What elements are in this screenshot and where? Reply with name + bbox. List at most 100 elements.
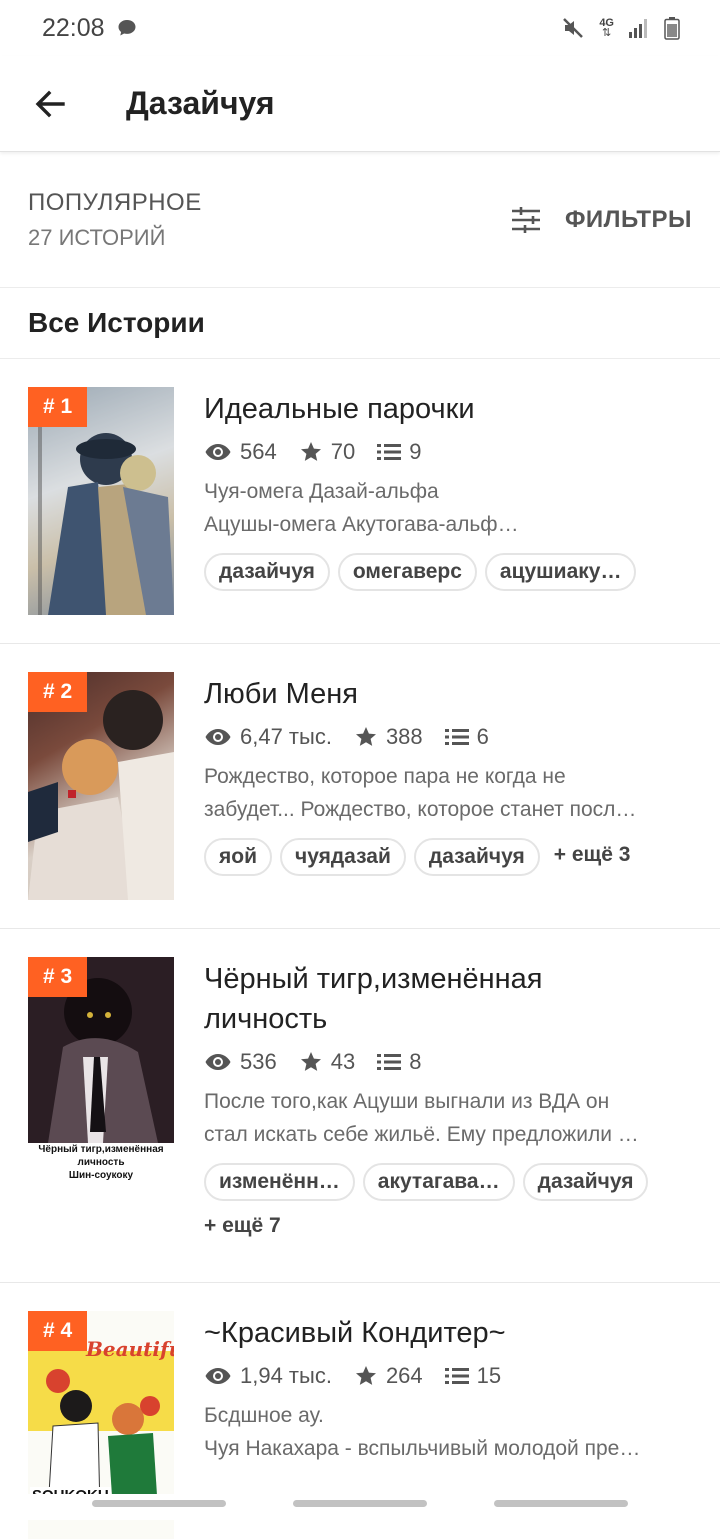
story-description: После того,как Ацуши выгнали из ВДА он — [204, 1090, 610, 1113]
eye-icon — [205, 1368, 231, 1384]
system-nav-bar — [0, 1494, 720, 1520]
page-title: Дазайчуя — [126, 85, 275, 121]
home-button[interactable] — [293, 1500, 427, 1507]
parts-stat: 15 — [444, 1363, 502, 1389]
star-icon — [355, 1366, 376, 1385]
status-right: 4G ⇅ — [561, 16, 680, 40]
list-icon — [377, 444, 402, 460]
parts-count: 9 — [409, 439, 422, 464]
story-title[interactable]: Идеальные парочки — [204, 389, 692, 429]
recent-apps-button[interactable] — [92, 1500, 226, 1507]
tag-chip[interactable]: ацушиаку… — [484, 553, 637, 591]
story-description: Бсдшное ау. — [204, 1404, 324, 1427]
views-count: 564 — [240, 439, 277, 464]
data-arrows-icon: ⇅ — [602, 27, 612, 39]
tag-list-more: + ещё 7 — [204, 1209, 692, 1243]
message-notification-icon — [118, 20, 136, 36]
story-description: Рождество, которое пара не когда не — [204, 765, 566, 788]
story-count: 27 ИСТОРИЙ — [28, 224, 166, 250]
sort-label: ПОПУЛЯРНОЕ — [28, 188, 202, 216]
story-title[interactable]: Чёрный тигр,изменённая личность — [204, 959, 692, 1039]
star-icon — [355, 727, 376, 746]
story-card[interactable]: # 1 Идеальные парочки 564 70 9 Чуя-омега… — [0, 359, 720, 644]
cover-caption-line: Чёрный тигр,изменённая — [38, 1144, 164, 1155]
stars-stat: 388 — [354, 724, 423, 750]
story-stats: 6,47 тыс. 388 6 — [204, 720, 692, 754]
stars-stat: 70 — [299, 439, 355, 465]
cover-caption-line: Шин-соукоку — [68, 1170, 134, 1181]
story-cover[interactable]: # 1 — [28, 387, 174, 615]
list-icon — [444, 1368, 469, 1384]
story-stats: 564 70 9 — [204, 435, 692, 469]
views-stat: 1,94 тыс. — [204, 1363, 332, 1389]
tag-chip[interactable]: яой — [204, 838, 272, 876]
stars-stat: 43 — [299, 1049, 355, 1075]
sort-row: ПОПУЛЯРНОЕ 27 ИСТОРИЙ ФИЛЬТРЫ — [0, 152, 720, 288]
tag-chip[interactable]: изменённ… — [204, 1163, 355, 1201]
more-tags-link[interactable]: + ещё 3 — [548, 838, 637, 876]
story-title[interactable]: Люби Меня — [204, 674, 692, 714]
signal-icon — [629, 19, 647, 38]
story-card[interactable]: # 3 Чёрный тигр,изменённая личность Шин-… — [0, 929, 720, 1283]
parts-count: 8 — [409, 1049, 422, 1074]
tag-list: дазайчуя омегаверс ацушиаку… — [204, 553, 692, 591]
story-info: Идеальные парочки 564 70 9 Чуя-омега Даз… — [204, 387, 692, 643]
tag-chip[interactable]: акутагава… — [362, 1163, 515, 1201]
sort-selector[interactable]: ПОПУЛЯРНОЕ 27 ИСТОРИЙ — [28, 189, 202, 251]
eye-icon — [205, 444, 231, 460]
filters-label: ФИЛЬТРЫ — [564, 205, 692, 233]
back-nav-button[interactable] — [494, 1500, 628, 1507]
cover-caption: Чёрный тигр,изменённая личность Шин-соук… — [28, 1143, 174, 1182]
story-info: Чёрный тигр,изменённая личность 536 43 8… — [204, 957, 692, 1282]
views-stat: 536 — [204, 1049, 277, 1075]
views-count: 6,47 тыс. — [240, 724, 332, 749]
parts-stat: 6 — [444, 724, 489, 750]
stars-count: 388 — [385, 724, 423, 749]
story-description: Чуя Накахара - вспыльчивый молодой пре… — [204, 1437, 641, 1460]
story-stats: 1,94 тыс. 264 15 — [204, 1359, 692, 1393]
parts-count: 6 — [476, 724, 489, 749]
tag-list: яой чуядазай дазайчуя + ещё 3 — [204, 838, 692, 876]
tag-list: изменённ… акутагава… дазайчуя — [204, 1163, 692, 1201]
tag-chip[interactable]: дазайчуя — [204, 553, 330, 591]
list-icon — [377, 1054, 402, 1070]
story-cover[interactable]: # 3 Чёрный тигр,изменённая личность Шин-… — [28, 957, 174, 1185]
stars-count: 43 — [330, 1049, 356, 1074]
tag-chip[interactable]: омегаверс — [337, 553, 477, 591]
story-description: Ацушы-омега Акутогава-альф… — [204, 513, 519, 536]
views-count: 536 — [240, 1049, 277, 1074]
tag-chip[interactable]: чуядазай — [280, 838, 406, 876]
eye-icon — [205, 1054, 231, 1070]
story-stats: 536 43 8 — [204, 1045, 692, 1079]
mute-icon — [563, 18, 584, 38]
views-count: 1,94 тыс. — [240, 1363, 332, 1388]
rank-badge: # 1 — [28, 387, 88, 427]
arrow-left-icon — [35, 90, 65, 117]
parts-stat: 8 — [377, 1049, 421, 1075]
rank-badge: # 2 — [28, 672, 88, 712]
filters-button[interactable]: ФИЛЬТРЫ — [511, 206, 692, 234]
stars-count: 264 — [385, 1363, 423, 1388]
sliders-icon — [511, 206, 540, 233]
status-time: 22:08 — [42, 13, 105, 42]
parts-stat: 9 — [377, 439, 421, 465]
list-icon — [444, 729, 469, 745]
status-bar: 22:08 4G ⇅ — [0, 0, 720, 56]
tag-chip[interactable]: дазайчуя — [413, 838, 540, 876]
views-stat: 564 — [204, 439, 277, 465]
back-button[interactable] — [0, 56, 100, 152]
stars-stat: 264 — [354, 1363, 423, 1389]
more-tags-link[interactable]: + ещё 7 — [204, 1209, 287, 1243]
stars-count: 70 — [330, 439, 356, 464]
rank-badge: # 4 — [28, 1311, 88, 1351]
story-cover[interactable]: # 2 — [28, 672, 174, 900]
star-icon — [300, 1052, 321, 1071]
eye-icon — [205, 729, 231, 745]
story-description: Чуя-омега Дазай-альфа — [204, 480, 439, 503]
status-left: 22:08 — [42, 14, 137, 43]
parts-count: 15 — [476, 1363, 502, 1388]
story-title[interactable]: ~Красивый Кондитер~ — [204, 1313, 692, 1353]
tag-chip[interactable]: дазайчуя — [522, 1163, 649, 1201]
story-description: стал искать себе жильё. Ему предложили … — [204, 1123, 639, 1146]
story-card[interactable]: # 2 Люби Меня 6,47 тыс. 388 6 Рождество,… — [0, 644, 720, 929]
